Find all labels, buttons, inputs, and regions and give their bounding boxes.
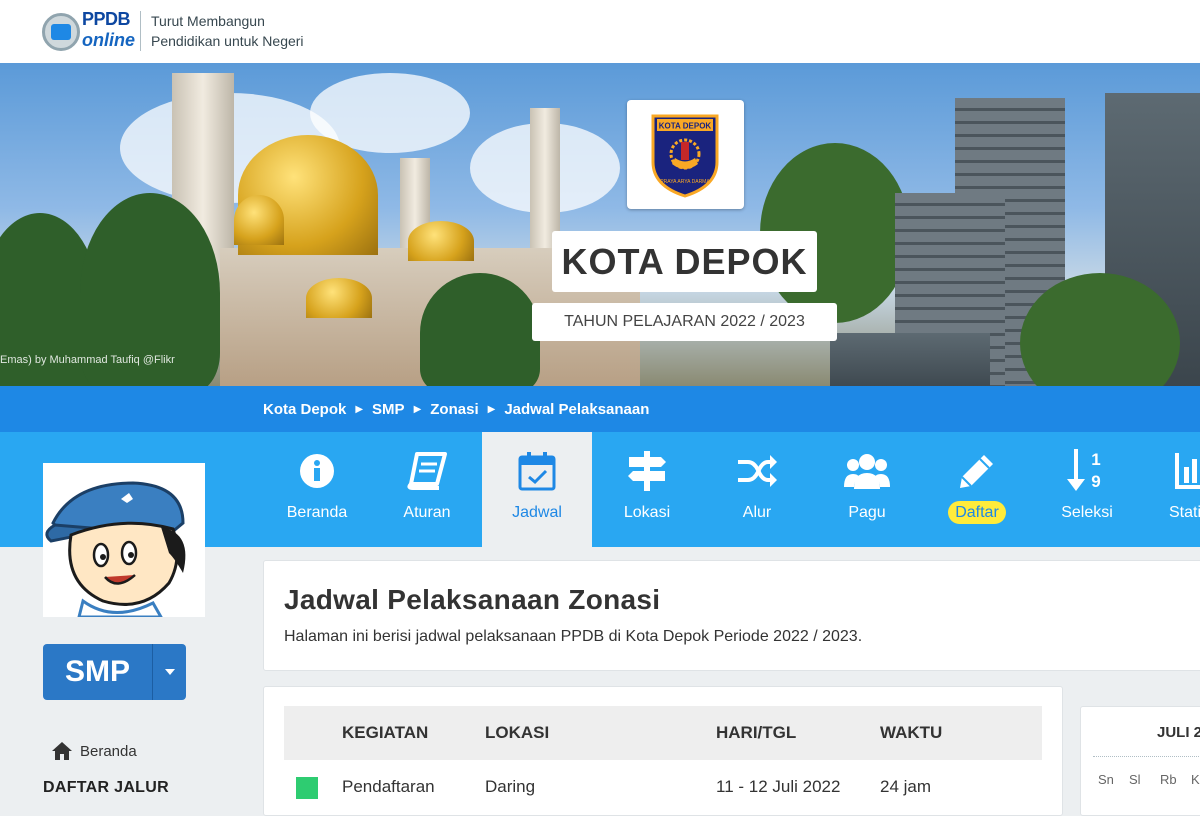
nav-lokasi[interactable]: Lokasi	[592, 432, 702, 547]
tagline-line-2: Pendidikan untuk Negeri	[151, 33, 304, 49]
small-dome	[408, 221, 474, 261]
main-nav: Beranda Aturan Jadwal Lokasi Alur Pagu D…	[262, 432, 1200, 547]
city-title: KOTA DEPOK	[561, 241, 808, 282]
ppdb-logo[interactable]: PPDB online	[42, 7, 135, 55]
nav-label: Pagu	[848, 504, 886, 521]
photo-credit: Emas) by Muhammad Taufiq @Flikr	[0, 354, 175, 366]
sidebar-home-link[interactable]: Beranda	[52, 742, 137, 760]
logo-text-top: PPDB	[82, 9, 131, 29]
col-hari-tgl: HARI/TGL	[716, 723, 797, 742]
mascot-image	[45, 481, 186, 617]
col-waktu: WAKTU	[880, 723, 943, 742]
nav-daftar[interactable]: Daftar	[922, 432, 1032, 547]
calendar-divider	[1093, 756, 1200, 757]
weekday-label: Sn	[1098, 772, 1114, 787]
page-description: Halaman ini berisi jadwal pelaksanaan PP…	[284, 628, 863, 645]
daftar-pill: Daftar	[948, 501, 1006, 524]
nav-label: Lokasi	[623, 504, 671, 521]
nav-label: Jadwal	[512, 504, 562, 521]
book-icon	[372, 451, 482, 491]
nav-beranda[interactable]: Beranda	[262, 432, 372, 547]
nav-label-highlighted: Daftar	[922, 501, 1032, 524]
nav-label: Seleksi	[1061, 504, 1113, 521]
breadcrumb-bar: Kota Depok ▶ SMP ▶ Zonasi ▶ Jadwal Pelak…	[0, 386, 1200, 432]
nav-jadwal[interactable]: Jadwal	[482, 432, 592, 547]
depok-emblem-icon: KOTA DEPOK PRAYA ARYA DARMA	[651, 114, 719, 198]
nav-alur[interactable]: Alur	[702, 432, 812, 547]
bar-chart-icon	[1142, 451, 1200, 491]
random-arrows-icon	[702, 451, 812, 491]
small-dome	[234, 195, 284, 245]
breadcrumb-jadwal: Jadwal Pelaksanaan	[504, 400, 650, 418]
breadcrumb-separator-icon: ▶	[413, 403, 422, 415]
breadcrumb-zonasi[interactable]: Zonasi	[430, 401, 478, 418]
nav-label: Statistik	[1168, 504, 1200, 521]
calendar-weekdays: Sn Sl Rb Km	[1098, 772, 1200, 787]
weekday-label: Sl	[1129, 772, 1141, 787]
info-icon	[262, 451, 372, 491]
school-year: TAHUN PELAJARAN 2022 / 2023	[564, 313, 805, 330]
level-button-label[interactable]: SMP	[43, 644, 153, 700]
calendar-check-icon	[482, 451, 592, 491]
nav-label: Beranda	[286, 504, 348, 521]
svg-text:1: 1	[1091, 450, 1100, 469]
weekday-label: Km	[1191, 772, 1200, 787]
emblem-name: KOTA DEPOK	[659, 122, 712, 131]
nav-pagu[interactable]: Pagu	[812, 432, 922, 547]
col-kegiatan: KEGIATAN	[342, 723, 429, 742]
table-row[interactable]: Pendaftaran Daring 11 - 12 Juli 2022 24 …	[284, 760, 1042, 810]
small-dome	[306, 278, 372, 318]
breadcrumb-smp[interactable]: SMP	[372, 401, 405, 418]
tagline: Turut Membangun Pendidikan untuk Negeri	[140, 11, 304, 51]
nav-label: Aturan	[403, 504, 451, 521]
school-year-box: TAHUN PELAJARAN 2022 / 2023	[532, 303, 837, 341]
top-header: PPDB online Turut Membangun Pendidikan u…	[0, 0, 1200, 63]
sidebar-home-label: Beranda	[80, 742, 137, 760]
home-icon	[52, 742, 72, 760]
nav-aturan[interactable]: Aturan	[372, 432, 482, 547]
page-header-card: Jadwal Pelaksanaan Zonasi Halaman ini be…	[263, 560, 1200, 671]
hero-banner: Emas) by Muhammad Taufiq @Flikr KOTA DEP…	[0, 63, 1200, 386]
nav-statistik[interactable]: Statistik	[1142, 432, 1200, 547]
status-indicator	[296, 777, 318, 799]
breadcrumb-kota-depok[interactable]: Kota Depok	[263, 401, 346, 418]
cell-waktu: 24 jam	[880, 777, 932, 796]
sort-numeric-icon: 19	[1032, 449, 1142, 491]
col-lokasi: LOKASI	[485, 723, 550, 742]
tagline-line-1: Turut Membangun	[151, 13, 265, 29]
cell-lokasi: Daring	[485, 777, 536, 796]
weekday-label: Rb	[1160, 772, 1177, 787]
pencil-icon	[922, 451, 1032, 491]
level-select-button[interactable]: SMP	[43, 644, 186, 700]
svg-text:9: 9	[1091, 472, 1100, 491]
schedule-card: KEGIATAN LOKASI HARI/TGL WAKTU Pendaftar…	[263, 686, 1063, 816]
nav-label: Alur	[742, 504, 772, 521]
sidebar-section-title: DAFTAR JALUR	[43, 779, 169, 796]
cell-tanggal: 11 - 12 Juli 2022	[716, 777, 841, 796]
palm-tree	[420, 273, 540, 386]
signpost-icon	[592, 451, 702, 491]
page-title: Jadwal Pelaksanaan Zonasi	[284, 584, 661, 615]
breadcrumb-separator-icon: ▶	[355, 403, 364, 415]
dropdown-caret-icon[interactable]	[153, 644, 186, 700]
logo-text-bottom: online	[82, 30, 135, 50]
mascot-avatar	[43, 463, 205, 617]
logo-emblem-icon	[42, 13, 80, 51]
building-low	[830, 333, 990, 386]
nav-seleksi[interactable]: 19 Seleksi	[1032, 432, 1142, 547]
users-icon	[812, 451, 922, 491]
breadcrumb: Kota Depok ▶ SMP ▶ Zonasi ▶ Jadwal Pelak…	[263, 386, 649, 432]
breadcrumb-separator-icon: ▶	[487, 403, 496, 415]
calendar-month-title: JULI 2	[1157, 724, 1200, 741]
city-emblem-box: KOTA DEPOK PRAYA ARYA DARMA	[627, 100, 744, 209]
emblem-motto: PRAYA ARYA DARMA	[660, 179, 710, 185]
cell-kegiatan: Pendaftaran	[342, 777, 435, 796]
city-title-box: KOTA DEPOK	[552, 231, 817, 292]
schedule-table-header: KEGIATAN LOKASI HARI/TGL WAKTU	[284, 706, 1042, 760]
